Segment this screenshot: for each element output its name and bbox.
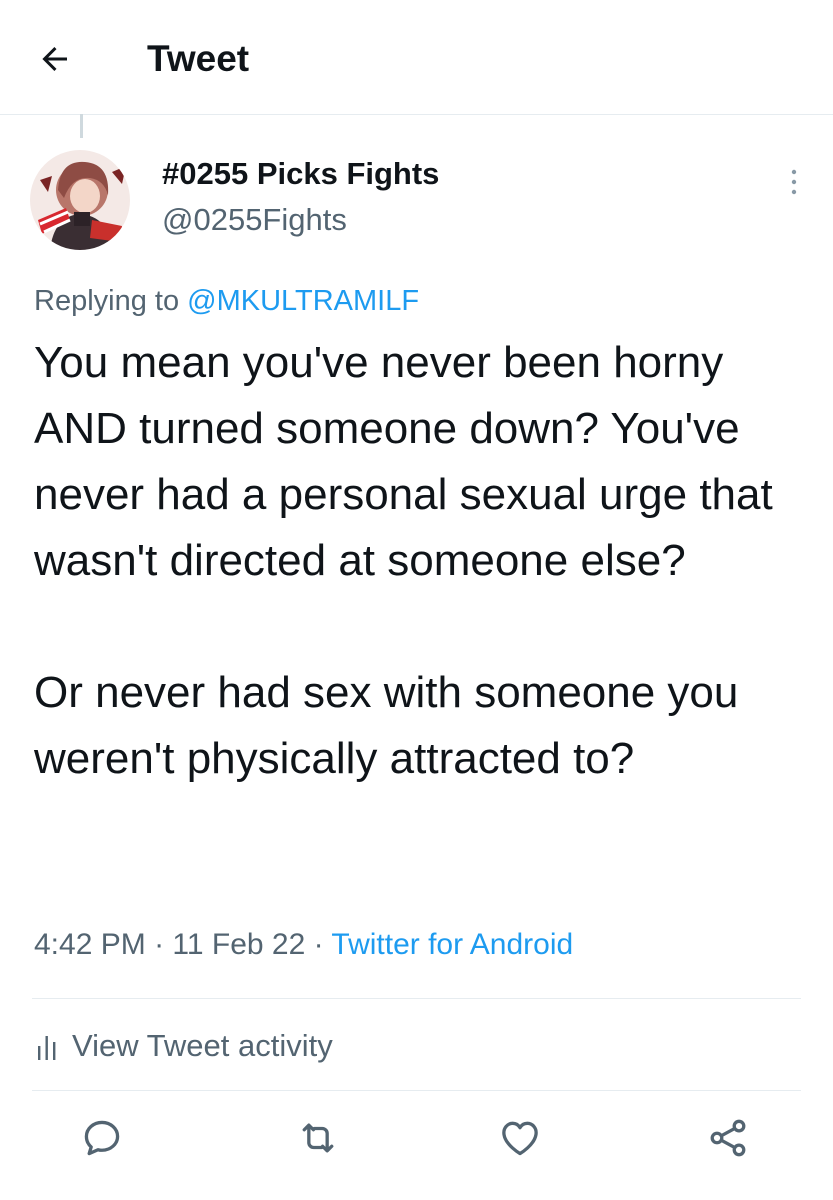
top-app-bar: Tweet: [0, 0, 833, 115]
divider: [32, 998, 801, 999]
share-button[interactable]: [700, 1110, 756, 1166]
author-handle[interactable]: @0255Fights: [162, 200, 347, 240]
tweet-text: You mean you've never been horny AND tur…: [34, 330, 814, 792]
like-button[interactable]: [492, 1110, 548, 1166]
share-icon: [710, 1119, 746, 1157]
view-tweet-activity-button[interactable]: View Tweet activity: [36, 1024, 333, 1068]
retweet-button[interactable]: [290, 1110, 346, 1166]
tweet-paragraph: You mean you've never been horny AND tur…: [34, 338, 773, 585]
meta-separator: ·: [305, 928, 332, 961]
replying-to-prefix: Replying to: [34, 285, 188, 317]
tweet-paragraph: Or never had sex with someone you weren'…: [34, 668, 739, 783]
page-title: Tweet: [147, 38, 250, 79]
more-options-button[interactable]: [772, 160, 816, 204]
tweet-metadata: 4:42 PM · 11 Feb 22 · Twitter for Androi…: [34, 925, 573, 965]
avatar[interactable]: [30, 150, 130, 250]
tweet-date: 11 Feb 22: [172, 928, 306, 961]
reply-icon: [84, 1120, 120, 1156]
meta-separator: ·: [145, 928, 173, 961]
replying-to-line: Replying to @MKULTRAMILF: [34, 281, 419, 321]
tweet-time: 4:42 PM: [34, 928, 146, 961]
retweet-icon: [302, 1123, 334, 1153]
more-vertical-icon: [791, 169, 797, 195]
bar-chart-icon: [36, 1032, 58, 1060]
thread-connector-line: [80, 114, 83, 138]
arrow-left-icon: [42, 47, 67, 71]
divider: [32, 1090, 801, 1091]
reply-button[interactable]: [74, 1110, 130, 1166]
author-display-name[interactable]: #0255 Picks Fights: [162, 154, 439, 194]
avatar-illustration: [30, 150, 130, 250]
view-tweet-activity-label: View Tweet activity: [72, 1028, 333, 1063]
back-button[interactable]: [30, 36, 80, 82]
heart-icon: [502, 1121, 538, 1156]
tweet-source-link[interactable]: Twitter for Android: [331, 928, 573, 961]
tweet-action-bar: [0, 1110, 833, 1170]
replying-to-mention-link[interactable]: @MKULTRAMILF: [187, 285, 419, 317]
